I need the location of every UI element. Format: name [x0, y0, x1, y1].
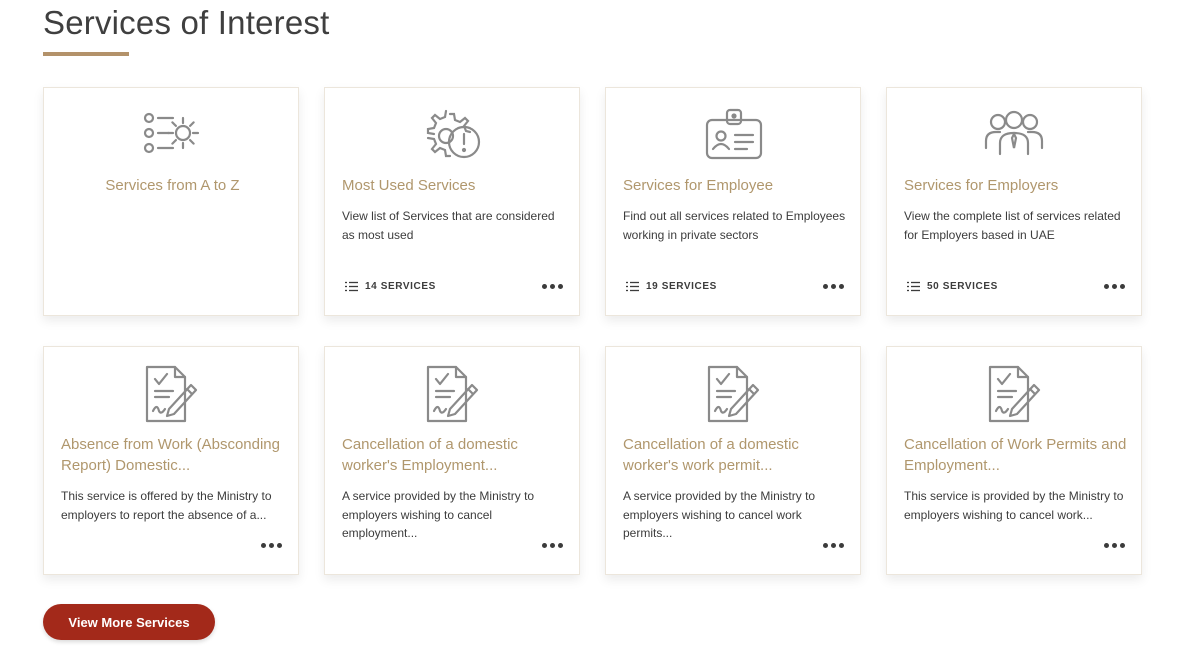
card-cancellation-domestic-permit[interactable]: Cancellation of a domestic worker's work…	[605, 346, 861, 575]
card-title: Services for Employers	[904, 177, 1059, 194]
card-services-for-employee[interactable]: Services for Employee Find out all servi…	[605, 87, 861, 316]
card-description: View the complete list of services relat…	[904, 209, 1121, 242]
list-gear-icon	[44, 104, 298, 168]
list-icon	[626, 281, 639, 291]
card-footer: 50 SERVICES	[907, 278, 1125, 294]
card-description: View list of Services that are considere…	[342, 209, 555, 242]
more-options-button[interactable]	[823, 537, 844, 553]
card-title: Cancellation of Work Permits and Employm…	[904, 436, 1127, 474]
card-footer: 19 SERVICES	[626, 278, 844, 294]
more-options-button[interactable]	[823, 278, 844, 294]
gear-alert-icon	[325, 104, 579, 168]
card-title: Cancellation of a domestic worker's work…	[623, 436, 799, 474]
more-options-button[interactable]	[1104, 537, 1125, 553]
services-count: 19 SERVICES	[626, 281, 717, 292]
more-options-button[interactable]	[542, 537, 563, 553]
document-sign-icon	[606, 363, 860, 427]
card-description: Find out all services related to Employe…	[623, 209, 846, 242]
card-description: This service is offered by the Ministry …	[61, 489, 272, 522]
list-icon	[345, 281, 358, 291]
card-footer	[345, 537, 563, 553]
card-title: Cancellation of a domestic worker's Empl…	[342, 436, 518, 474]
document-sign-icon	[887, 363, 1141, 427]
card-footer: 14 SERVICES	[345, 278, 563, 294]
id-badge-icon	[606, 104, 860, 168]
document-sign-icon	[44, 363, 298, 427]
card-footer	[907, 537, 1125, 553]
card-description: A service provided by the Ministry to em…	[623, 489, 816, 540]
card-footer	[626, 537, 844, 553]
card-cancellation-domestic-employment[interactable]: Cancellation of a domestic worker's Empl…	[324, 346, 580, 575]
card-title: Absence from Work (Absconding Report) Do…	[61, 436, 280, 474]
title-underline	[43, 52, 129, 56]
list-icon	[907, 281, 920, 291]
more-options-button[interactable]	[261, 537, 282, 553]
card-description: A service provided by the Ministry to em…	[342, 489, 535, 540]
card-title: Most Used Services	[342, 177, 476, 194]
card-description: This service is provided by the Ministry…	[904, 489, 1124, 522]
document-sign-icon	[325, 363, 579, 427]
card-absence-from-work[interactable]: Absence from Work (Absconding Report) Do…	[43, 346, 299, 575]
services-count: 14 SERVICES	[345, 281, 436, 292]
users-group-icon	[887, 104, 1141, 168]
card-cancellation-work-permits[interactable]: Cancellation of Work Permits and Employm…	[886, 346, 1142, 575]
more-options-button[interactable]	[1104, 278, 1125, 294]
card-title: Services from A to Z	[105, 177, 240, 194]
card-most-used-services[interactable]: Most Used Services View list of Services…	[324, 87, 580, 316]
services-grid: Services from A to Z Most Used Services …	[43, 87, 1142, 575]
card-footer	[64, 537, 282, 553]
view-more-services-button[interactable]: View More Services	[43, 604, 215, 640]
card-title: Services for Employee	[623, 177, 774, 194]
card-services-a-to-z[interactable]: Services from A to Z	[43, 87, 299, 316]
more-options-button[interactable]	[542, 278, 563, 294]
page-title: Services of Interest	[43, 4, 330, 41]
services-count: 50 SERVICES	[907, 281, 998, 292]
card-services-for-employers[interactable]: Services for Employers View the complete…	[886, 87, 1142, 316]
